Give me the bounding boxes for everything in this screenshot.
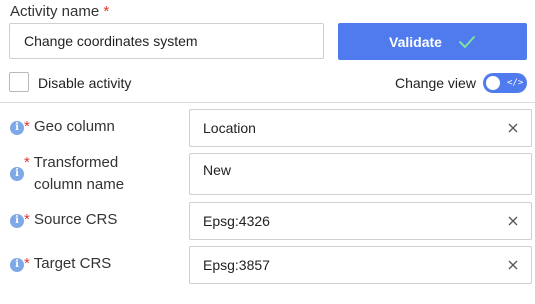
source-crs-input[interactable]: Epsg:4326 <box>189 202 532 240</box>
transformed-column-name-label: * Transformed <box>24 154 119 171</box>
check-icon <box>458 35 475 48</box>
clear-icon[interactable] <box>507 215 519 227</box>
transformed-column-name-label-line2: column name <box>34 176 125 193</box>
clear-icon[interactable] <box>507 122 519 134</box>
validate-label: Validate <box>389 33 442 50</box>
change-view-toggle[interactable]: </> <box>483 73 527 93</box>
geo-column-input[interactable]: Location <box>189 109 532 147</box>
required-mark: * <box>103 3 110 20</box>
code-icon: </> <box>507 78 524 88</box>
info-icon[interactable]: i <box>10 214 24 228</box>
info-icon[interactable]: i <box>10 258 24 272</box>
info-icon[interactable]: i <box>10 167 24 181</box>
change-view-label: Change view <box>395 75 476 91</box>
target-crs-label: * Target CRS <box>24 255 112 272</box>
disable-activity-checkbox[interactable] <box>9 72 29 92</box>
target-crs-input[interactable]: Epsg:3857 <box>189 246 532 284</box>
activity-name-input[interactable]: Change coordinates system <box>9 23 324 59</box>
transformed-column-name-input[interactable]: New <box>189 153 532 195</box>
source-crs-label: * Source CRS <box>24 211 118 228</box>
divider <box>0 102 535 103</box>
geo-column-label: * Geo column <box>24 118 115 135</box>
activity-name-label: Activity name * <box>10 3 110 20</box>
info-icon[interactable]: i <box>10 121 24 135</box>
disable-activity-label: Disable activity <box>38 75 132 91</box>
toggle-knob <box>486 76 500 90</box>
validate-button[interactable]: Validate <box>338 23 527 60</box>
clear-icon[interactable] <box>507 259 519 271</box>
